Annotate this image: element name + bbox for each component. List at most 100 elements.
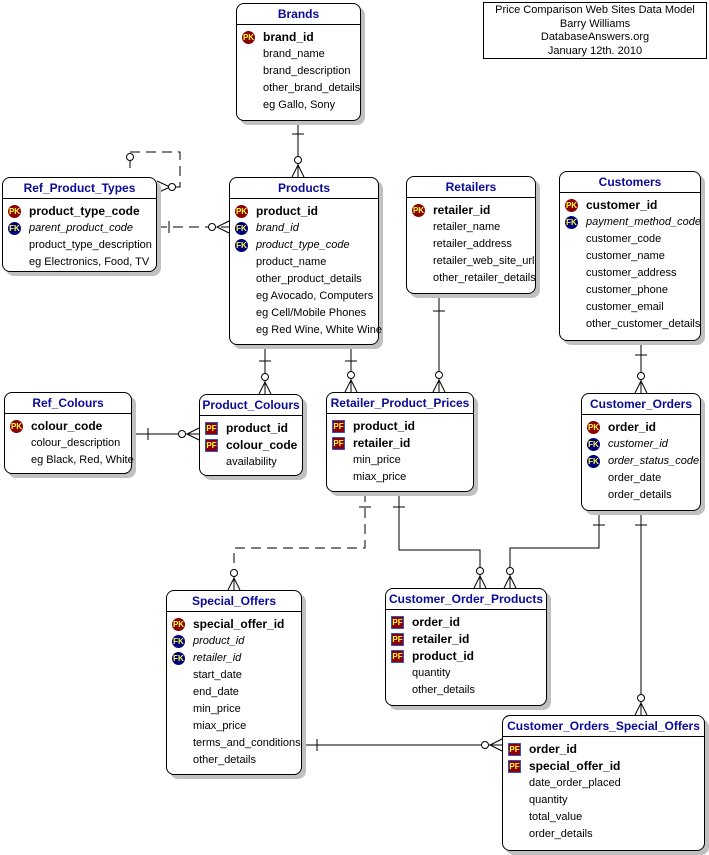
note-line: DatabaseAnswers.org [540, 31, 650, 43]
attribute-name: product_id [256, 204, 318, 218]
attribute-list: PK colour_code colour_description eg Black,… [5, 414, 134, 475]
entity-customers[interactable]: Customers PK customer_id FK payment_method_c… [559, 171, 701, 341]
fk-key-icon: FK [587, 455, 600, 468]
attribute-name: brand_id [263, 30, 314, 44]
attribute-row: FK payment_method_code [560, 214, 701, 231]
attribute-name: retailer_id [412, 632, 470, 646]
zero-marker [230, 569, 238, 577]
attribute-row: PK order_id [582, 419, 700, 436]
attribute-row: start_date [167, 667, 301, 684]
pk-key-icon: PK [242, 31, 255, 44]
attribute-row: quantity [386, 665, 546, 682]
attribute-name: date_order_placed [529, 777, 621, 789]
attribute-name: other_details [193, 754, 256, 766]
attribute-name: total_value [529, 811, 583, 823]
attribute-row: other_product_details [230, 271, 378, 288]
entity-customer-orders-special-offers[interactable]: Customer_Orders_Special_Offers PF order_id… [502, 715, 705, 851]
attribute-row: PK product_type_code [3, 203, 156, 220]
attribute-row: order_date [582, 470, 700, 487]
attribute-row: FK product_type_code [230, 237, 378, 254]
pk-key-icon: PK [565, 199, 578, 212]
attribute-row: PK colour_code [5, 418, 131, 435]
attribute-row: eg Red Wine, White Wine [230, 322, 382, 339]
attribute-row: retailer_address [407, 236, 535, 253]
attribute-row: min_price [167, 701, 301, 718]
attribute-row: other_details [167, 752, 301, 769]
attribute-name: order_details [529, 828, 593, 840]
attribute-name: product_id [226, 421, 288, 435]
attribute-row: order_details [503, 826, 704, 843]
attribute-row: FK product_id [167, 633, 301, 650]
attribute-name: quantity [412, 667, 451, 679]
zero-marker [476, 567, 484, 575]
entity-title: Ref_Colours [5, 393, 131, 414]
attribute-row: other_customer_details [560, 316, 700, 333]
attribute-name: order_id [412, 615, 461, 629]
attribute-name: quantity [529, 794, 568, 806]
entity-products[interactable]: Products PK product_id FK brand_id FK product_… [229, 177, 382, 345]
attribute-name: customer_code [586, 233, 662, 245]
entity-title: Ref_Product_Types [3, 178, 156, 199]
attribute-row: customer_name [560, 248, 700, 265]
note-line: Barry Williams [559, 17, 631, 30]
zero-marker [126, 153, 134, 161]
attribute-row: PF retailer_id [327, 435, 473, 452]
pf-key-icon: PF [332, 437, 345, 450]
attribute-row: eg Avocado, Computers [230, 288, 378, 305]
attribute-row: PK retailer_id [407, 202, 535, 219]
attribute-row: product_type_description [3, 237, 156, 254]
attribute-row: eg Cell/Mobile Phones [230, 305, 378, 322]
attribute-name: other_product_details [256, 273, 362, 285]
attribute-name: other_retailer_details [433, 272, 536, 284]
relationship-line [509, 511, 600, 588]
attribute-row: PK customer_id [560, 197, 700, 214]
entity-title: Special_Offers [167, 591, 301, 612]
pf-key-icon: PF [391, 650, 404, 663]
entity-ref-colours[interactable]: Ref_Colours PK colour_code colour_descripti… [4, 392, 134, 475]
entity-title: Customers [560, 172, 700, 193]
attribute-name: start_date [193, 669, 242, 681]
attribute-row: FK parent_product_code [3, 220, 156, 237]
attribute-row: FK brand_id [230, 220, 378, 237]
many-marker [344, 378, 358, 393]
attribute-row: other_details [386, 682, 546, 699]
pf-key-icon: PF [391, 616, 404, 629]
attribute-row: PK product_id [230, 203, 378, 220]
attribute-row: customer_phone [560, 282, 700, 299]
attribute-name: terms_and_conditions [193, 737, 301, 749]
entity-retailers[interactable]: Retailers PK retailer_id retailer_name retai… [406, 176, 536, 294]
pk-key-icon: PK [172, 618, 185, 631]
many-marker [432, 378, 446, 393]
note-line: January 12th. 2010 [547, 44, 643, 57]
entity-customer-orders[interactable]: Customer_Orders PK order_id FK customer_id FK… [581, 393, 701, 511]
attribute-name: payment_method_code [586, 216, 701, 228]
attribute-row: miax_price [327, 469, 473, 486]
entity-special-offers[interactable]: Special_Offers PK special_offer_id FK produc… [166, 590, 302, 775]
attribute-list: PK order_id FK customer_id FK order_status_co… [582, 415, 700, 510]
entity-retailer-product-prices[interactable]: Retailer_Product_Prices PF product_id PF ret… [326, 392, 474, 492]
attribute-name: miax_price [353, 471, 407, 483]
attribute-list: PK brand_id brand_name brand_description oth… [237, 25, 360, 120]
entity-ref-product-types[interactable]: Ref_Product_Types PK product_type_code FK pa… [2, 177, 157, 272]
entity-product-colours[interactable]: Product_Colours PF product_id PF colour_code… [199, 394, 303, 476]
attribute-name: eg Gallo, Sony [263, 99, 336, 111]
pf-key-icon: PF [508, 760, 521, 773]
attribute-name: customer_id [586, 198, 658, 212]
attribute-row: PF colour_code [200, 437, 302, 454]
zero-marker [506, 567, 514, 575]
zero-marker [435, 371, 443, 379]
attribute-row: quantity [503, 792, 704, 809]
relationship-line [398, 492, 481, 588]
entity-brands[interactable]: Brands PK brand_id brand_name brand_descript… [236, 3, 361, 121]
attribute-name: colour_code [226, 438, 298, 452]
entity-customer-order-products[interactable]: Customer_Order_Products PF order_id PF retai… [385, 588, 547, 706]
attribute-name: eg Black, Red, White [31, 454, 134, 466]
attribute-name: customer_phone [586, 284, 668, 296]
attribute-list: PK product_id FK brand_id FK product_type_cod… [230, 199, 382, 345]
pk-key-icon: PK [10, 420, 23, 433]
attribute-row: PF retailer_id [386, 631, 546, 648]
zero-marker [178, 430, 186, 438]
attribute-row: PF product_id [386, 648, 546, 665]
attribute-name: customer_address [586, 267, 677, 279]
attribute-name: retailer_id [353, 436, 411, 450]
